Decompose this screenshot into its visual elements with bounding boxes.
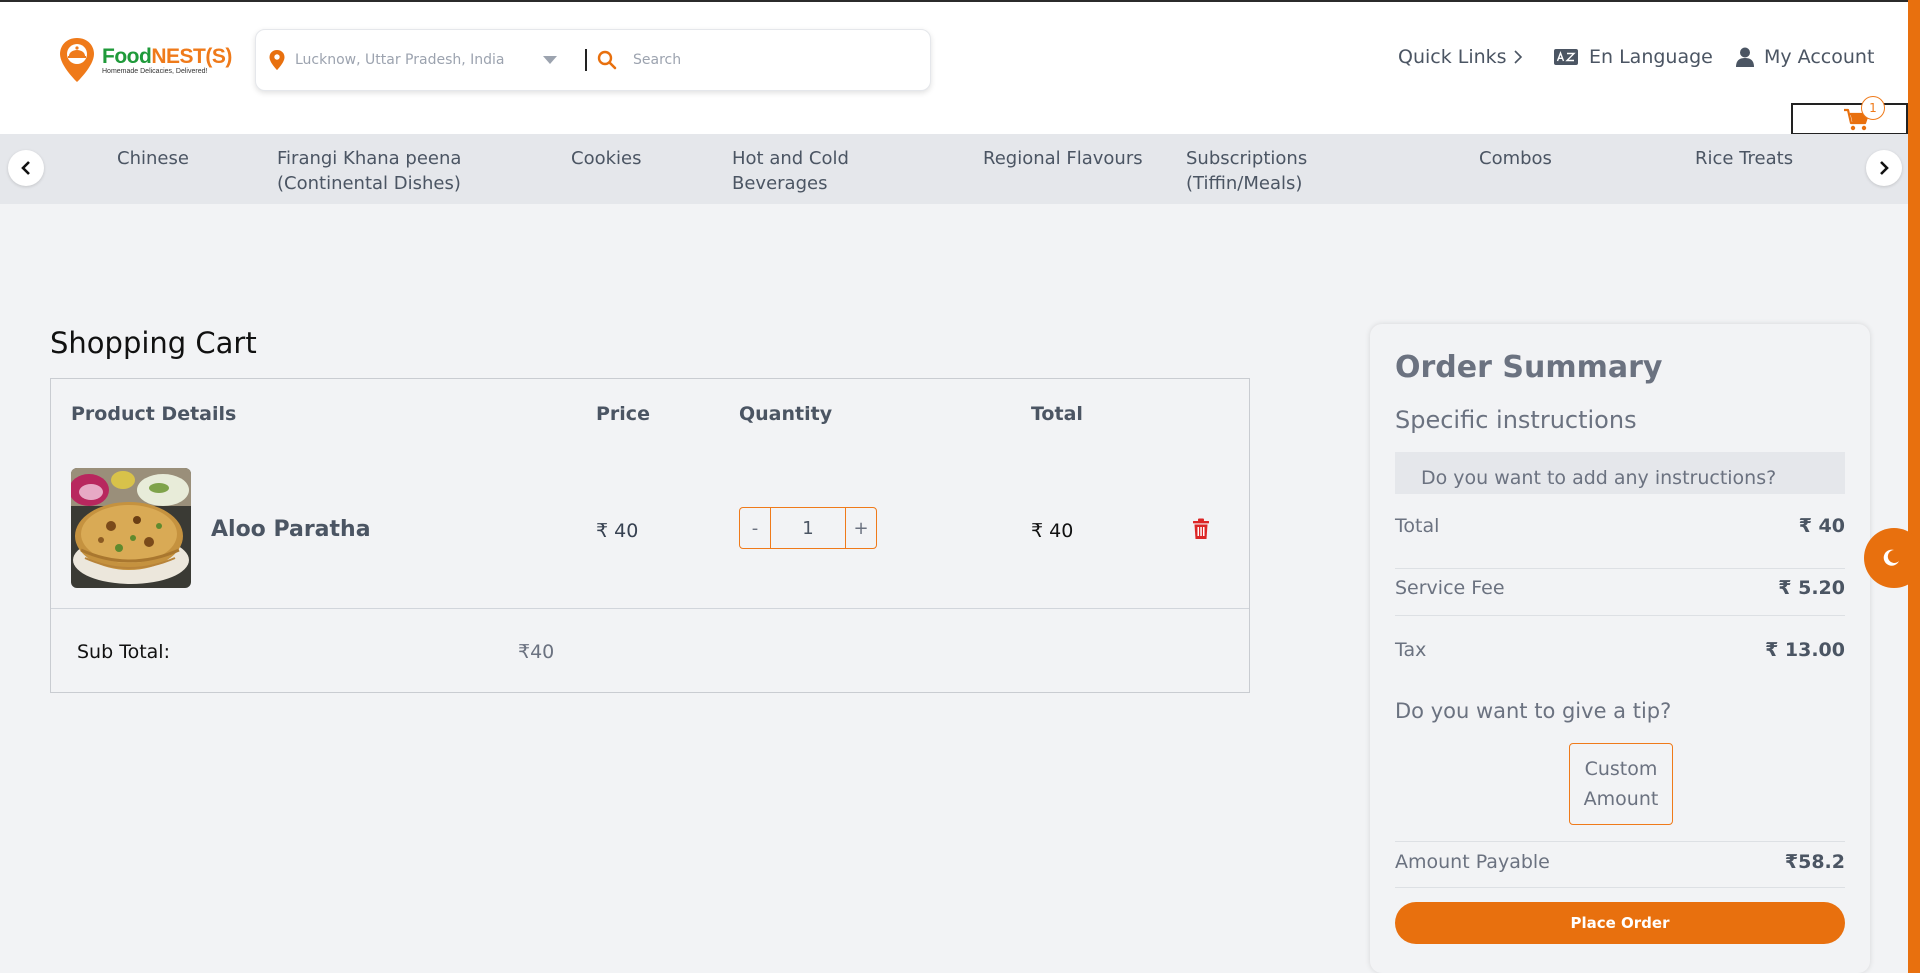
category-regional-flavours[interactable]: Regional Flavours xyxy=(983,146,1143,171)
product-price: ₹ 40 xyxy=(596,520,639,542)
user-icon xyxy=(1736,47,1754,67)
quantity-value[interactable]: 1 xyxy=(770,508,846,548)
category-bar: Chinese Firangi Khana peena (Continental… xyxy=(0,134,1908,204)
category-beverages[interactable]: Hot and Cold Beverages xyxy=(732,146,849,196)
summary-row-total: Total ₹ 40 xyxy=(1395,515,1845,537)
trash-icon[interactable] xyxy=(1192,518,1210,540)
quick-links-label: Quick Links xyxy=(1398,46,1507,68)
summary-row-amount-payable: Amount Payable ₹58.2 xyxy=(1395,851,1845,873)
category-cookies[interactable]: Cookies xyxy=(571,146,641,171)
category-combos[interactable]: Combos xyxy=(1479,146,1552,171)
category-prev-button[interactable] xyxy=(8,150,44,186)
account-label: My Account xyxy=(1764,46,1875,68)
row-divider xyxy=(51,608,1249,609)
place-order-button[interactable]: Place Order xyxy=(1395,902,1845,944)
tip-question: Do you want to give a tip? xyxy=(1395,699,1672,723)
cart-table: Product Details Price Quantity Total Alo… xyxy=(50,378,1250,693)
moon-icon xyxy=(1883,549,1899,566)
order-summary-panel: Order Summary Specific instructions Tota… xyxy=(1370,324,1870,973)
location-search-bar: Lucknow, Uttar Pradesh, India xyxy=(255,29,931,91)
cart-count-badge: 1 xyxy=(1861,96,1885,120)
my-account-menu[interactable]: My Account xyxy=(1736,46,1874,68)
language-label: En Language xyxy=(1589,46,1713,68)
summary-row-tax: Tax ₹ 13.00 xyxy=(1395,639,1845,661)
language-selector[interactable]: En Language xyxy=(1553,46,1713,68)
product-image[interactable] xyxy=(71,468,191,588)
chevron-right-icon xyxy=(1514,50,1522,64)
brand-tagline: Homemade Delicacies, Delivered! xyxy=(102,68,208,75)
aloo-paratha-photo xyxy=(71,468,191,588)
location-selector[interactable]: Lucknow, Uttar Pradesh, India xyxy=(295,52,535,68)
instructions-heading: Specific instructions xyxy=(1395,406,1637,434)
summary-divider xyxy=(1395,615,1845,616)
header-product-details: Product Details xyxy=(71,403,237,425)
category-subscriptions[interactable]: Subscriptions (Tiffin/Meals) xyxy=(1186,146,1307,196)
chevron-left-icon xyxy=(21,161,30,175)
product-total: ₹ 40 xyxy=(1031,520,1074,542)
page-title: Shopping Cart xyxy=(50,326,257,360)
quantity-stepper: - 1 + xyxy=(739,507,877,549)
header: FoodNEST(S) Homemade Delicacies, Deliver… xyxy=(0,2,1908,135)
instructions-input[interactable] xyxy=(1395,452,1845,494)
custom-tip-button[interactable]: Custom Amount xyxy=(1569,743,1673,825)
language-icon xyxy=(1554,49,1578,65)
logo-mark-icon xyxy=(60,38,94,82)
logo[interactable]: FoodNEST(S) Homemade Delicacies, Deliver… xyxy=(58,36,232,84)
dark-mode-toggle[interactable] xyxy=(1864,528,1920,588)
cart-button[interactable]: 1 xyxy=(1791,96,1908,135)
quick-links-menu[interactable]: Quick Links xyxy=(1398,46,1533,68)
order-summary-title: Order Summary xyxy=(1395,350,1663,385)
search-input[interactable] xyxy=(633,52,913,68)
location-pin-icon xyxy=(269,50,285,70)
category-rice-treats[interactable]: Rice Treats xyxy=(1695,146,1793,171)
category-chinese[interactable]: Chinese xyxy=(117,146,189,171)
scroll-edge-accent xyxy=(1908,0,1920,973)
subtotal-value: ₹40 xyxy=(518,641,555,663)
quantity-increase-button[interactable]: + xyxy=(846,508,876,548)
quantity-decrease-button[interactable]: - xyxy=(740,508,770,548)
header-total: Total xyxy=(1031,403,1083,425)
summary-row-service-fee: Service Fee ₹ 5.20 xyxy=(1395,577,1845,599)
search-icon[interactable] xyxy=(597,50,617,70)
subtotal-label: Sub Total: xyxy=(77,641,170,663)
search-divider xyxy=(585,49,587,71)
header-quantity: Quantity xyxy=(739,403,833,425)
category-continental[interactable]: Firangi Khana peena (Continental Dishes) xyxy=(277,146,461,196)
product-name[interactable]: Aloo Paratha xyxy=(211,517,371,542)
chevron-right-icon xyxy=(1880,161,1889,175)
header-price: Price xyxy=(596,403,650,425)
category-next-button[interactable] xyxy=(1866,150,1902,186)
summary-divider xyxy=(1395,887,1845,888)
brand-name: FoodNEST(S) xyxy=(102,45,232,68)
caret-down-icon[interactable] xyxy=(543,56,557,64)
